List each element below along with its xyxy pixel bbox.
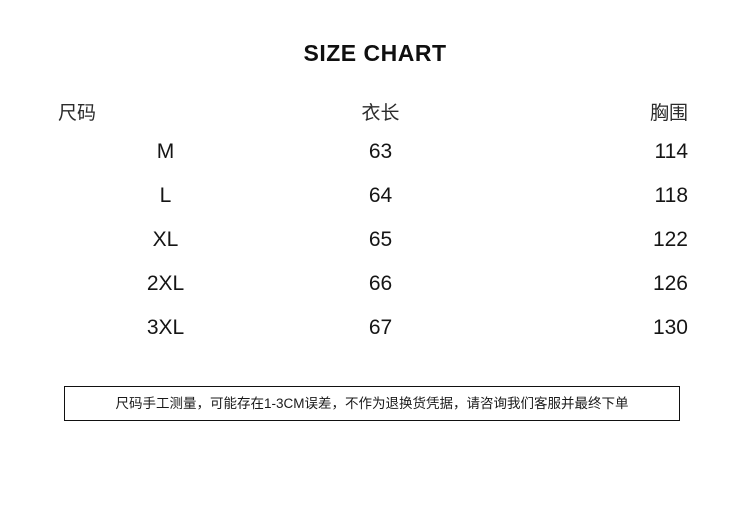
cell-size: 2XL bbox=[146, 272, 185, 295]
cell-size: XL bbox=[152, 228, 179, 251]
cell-bust: 114 bbox=[654, 140, 688, 163]
table-row: M 63 114 bbox=[58, 130, 688, 174]
column-header-bust: 胸围 bbox=[649, 102, 688, 124]
table-row: 3XL 67 130 bbox=[58, 306, 688, 350]
table-header-row: 尺码 衣长 胸围 bbox=[58, 92, 688, 130]
cell-length: 65 bbox=[368, 228, 393, 251]
cell-size: M bbox=[156, 140, 175, 163]
cell-bust: 122 bbox=[652, 228, 688, 251]
measurement-note-text: 尺码手工测量，可能存在1-3CM误差，不作为退换货凭据，请咨询我们客服并最终下单 bbox=[115, 395, 629, 411]
cell-bust: 130 bbox=[652, 316, 688, 339]
cell-length: 67 bbox=[368, 316, 393, 339]
table-body: M 63 114 L 64 118 XL 65 122 2XL 66 126 3… bbox=[58, 130, 688, 350]
table-row: L 64 118 bbox=[58, 174, 688, 218]
cell-length: 66 bbox=[368, 272, 393, 295]
cell-length: 63 bbox=[368, 140, 393, 163]
column-header-size: 尺码 bbox=[58, 102, 97, 124]
table-row: 2XL 66 126 bbox=[58, 262, 688, 306]
cell-bust: 118 bbox=[654, 184, 688, 207]
page-title: SIZE CHART bbox=[303, 40, 447, 66]
cell-bust: 126 bbox=[652, 272, 688, 295]
column-header-length: 衣长 bbox=[361, 102, 400, 124]
size-chart-page: SIZE CHART 尺码 衣长 胸围 M 63 114 L 64 118 XL… bbox=[0, 0, 750, 529]
table-row: XL 65 122 bbox=[58, 218, 688, 262]
cell-size: 3XL bbox=[146, 316, 185, 339]
table-header: 尺码 衣长 胸围 bbox=[58, 92, 688, 130]
size-chart-table: 尺码 衣长 胸围 M 63 114 L 64 118 XL 65 122 2XL… bbox=[58, 92, 688, 350]
cell-length: 64 bbox=[368, 184, 393, 207]
measurement-note-box: 尺码手工测量，可能存在1-3CM误差，不作为退换货凭据，请咨询我们客服并最终下单 bbox=[64, 386, 680, 421]
cell-size: L bbox=[159, 184, 172, 207]
